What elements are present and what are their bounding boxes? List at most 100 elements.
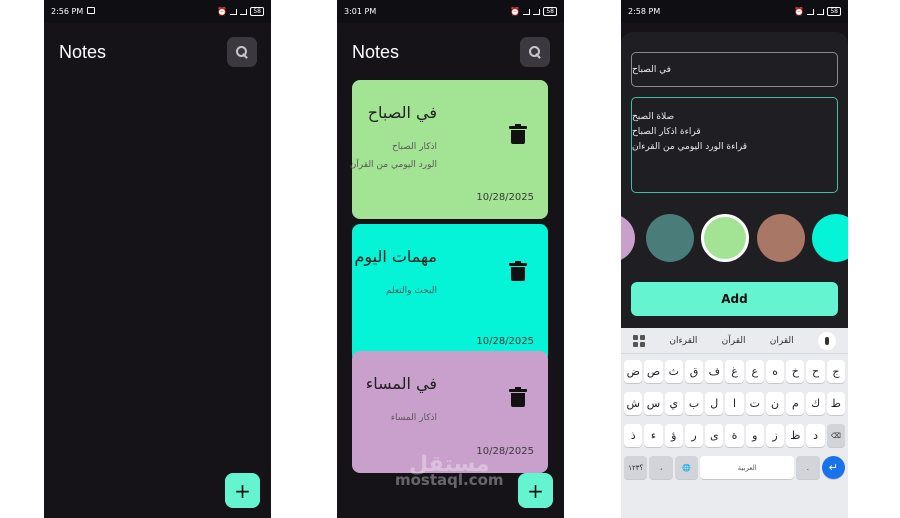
letter-key[interactable]: ة [725, 424, 744, 447]
alarm-icon: ⏰ [217, 7, 228, 16]
period-key[interactable]: . [796, 456, 820, 479]
symbols-key[interactable]: ؟١٢٣ [624, 456, 648, 479]
backspace-icon[interactable]: ⌫ [826, 424, 845, 447]
delete-note-button[interactable] [509, 261, 527, 281]
key-row: طكمنتالبيسش [624, 392, 845, 415]
letter-key[interactable]: ث [664, 360, 683, 383]
letter-key[interactable]: س [644, 392, 663, 415]
letter-key[interactable]: ى [705, 424, 724, 447]
color-swatch[interactable] [646, 214, 694, 262]
delete-note-button[interactable] [509, 387, 527, 407]
search-button[interactable] [520, 37, 550, 67]
suggestion[interactable]: القران [770, 336, 794, 346]
letter-key[interactable]: ه [765, 360, 785, 383]
comma-key[interactable]: ، [649, 456, 673, 479]
letter-key[interactable]: ح [806, 360, 825, 383]
alarm-icon: ⏰ [510, 7, 521, 16]
note-title: في المساء [365, 374, 437, 393]
letter-key[interactable]: ك [806, 392, 825, 415]
add-note-button[interactable]: + [225, 473, 260, 508]
status-time: 2:58 PM [628, 7, 661, 16]
enter-key[interactable]: ↵ [821, 456, 845, 479]
note-title: في الصباح [367, 103, 437, 122]
status-time: 2:56 PM [51, 7, 84, 16]
note-title: مهمات اليوم [354, 247, 437, 266]
status-bar: 3:01 PM ⏰ 58 [337, 0, 564, 23]
phone-screen-empty: 2:56 PM ⏰ 58 Notes + [44, 0, 271, 518]
signal-icon [807, 8, 815, 15]
letter-key[interactable]: ش [624, 392, 643, 415]
note-title-input[interactable]: في الصباح [631, 52, 838, 87]
suggestion[interactable]: القرءان [669, 336, 697, 346]
suggestion[interactable]: القرآن [722, 336, 746, 346]
trash-icon [511, 130, 525, 144]
letter-key[interactable]: ج [826, 360, 845, 383]
note-body-line: اذكار الصباح [391, 142, 437, 152]
letter-key[interactable]: ظ [786, 424, 805, 447]
key-row: ؟١٢٣ ، 🌐 العربية . ↵ [624, 456, 845, 479]
battery-icon: 58 [827, 7, 841, 16]
letter-key[interactable]: ء [644, 424, 663, 447]
letter-key[interactable]: ؤ [664, 424, 683, 447]
microphone-icon[interactable] [817, 331, 836, 350]
battery-icon: 58 [543, 7, 557, 16]
color-swatch[interactable] [812, 214, 848, 262]
letter-key[interactable]: م [786, 392, 805, 415]
signal-icon [533, 8, 541, 15]
letter-key[interactable]: و [745, 424, 764, 447]
status-bar: 2:58 PM ⏰ 58 [621, 0, 848, 23]
letter-key[interactable]: ط [826, 392, 845, 415]
apps-grid-icon[interactable] [633, 334, 646, 347]
color-swatch[interactable] [757, 214, 805, 262]
message-icon [87, 7, 96, 14]
search-button[interactable] [227, 37, 257, 67]
letter-key[interactable]: ا [725, 392, 744, 415]
add-note-sheet: في الصباح صلاة الصبح قراءة اذكار الصباح … [621, 32, 848, 328]
add-note-button[interactable]: + [518, 473, 553, 508]
color-swatch-selected[interactable] [701, 214, 749, 262]
add-button[interactable]: Add [631, 282, 838, 316]
letter-key[interactable]: غ [725, 360, 744, 383]
search-icon [529, 46, 541, 58]
keyboard: القرءان القرآن القران جحخهعغفقثصض طكمنتا… [621, 328, 848, 518]
note-body-line: قراءة اذكار الصباح [632, 127, 701, 137]
letter-key[interactable]: ز [765, 424, 785, 447]
status-bar: 2:56 PM ⏰ 58 [44, 0, 271, 23]
letter-key[interactable]: ض [624, 360, 643, 383]
suggestion-bar: القرءان القرآن القران [621, 328, 848, 354]
letter-key[interactable]: ل [705, 392, 724, 415]
battery-icon: 58 [250, 7, 264, 16]
note-body-line: البحث والتعلم [385, 286, 437, 296]
letter-key[interactable]: خ [786, 360, 805, 383]
page-title: Notes [352, 41, 400, 62]
letter-key[interactable]: ق [684, 360, 704, 383]
letter-key[interactable]: ي [664, 392, 683, 415]
note-body-line: صلاة الصبح [632, 112, 675, 122]
watermark-latin: mostaql.com [395, 471, 504, 489]
alarm-icon: ⏰ [794, 7, 805, 16]
search-icon [236, 46, 248, 58]
letter-key[interactable]: ن [765, 392, 785, 415]
delete-note-button[interactable] [509, 124, 527, 144]
note-body-line: الورد اليومي من القرآن [349, 160, 437, 170]
space-key[interactable]: العربية [700, 456, 795, 479]
globe-icon[interactable]: 🌐 [674, 456, 699, 479]
letter-key[interactable]: ف [705, 360, 724, 383]
phone-screen-add-note: 2:58 PM ⏰ 58 في الصباح صلاة الصبح قراءة … [621, 0, 848, 518]
letter-key[interactable]: ت [745, 392, 764, 415]
letter-key[interactable]: ذ [624, 424, 643, 447]
letter-key[interactable]: ع [745, 360, 764, 383]
status-time: 3:01 PM [344, 7, 377, 16]
note-date: 10/28/2025 [476, 192, 534, 203]
watermark: مستقل mostaql.com [395, 452, 504, 489]
note-card[interactable]: مهمات اليوم البحث والتعلم 10/28/2025 [352, 224, 548, 363]
page-title: Notes [59, 41, 107, 62]
letter-key[interactable]: ب [684, 392, 704, 415]
note-card[interactable]: في الصباح اذكار الصباح الورد اليومي من ا… [349, 80, 548, 219]
signal-icon [230, 8, 238, 15]
note-body-input[interactable]: صلاة الصبح قراءة اذكار الصباح قراءة الور… [631, 97, 838, 193]
letter-key[interactable]: د [806, 424, 825, 447]
color-swatch[interactable] [621, 214, 635, 262]
letter-key[interactable]: ر [684, 424, 704, 447]
letter-key[interactable]: ص [644, 360, 663, 383]
